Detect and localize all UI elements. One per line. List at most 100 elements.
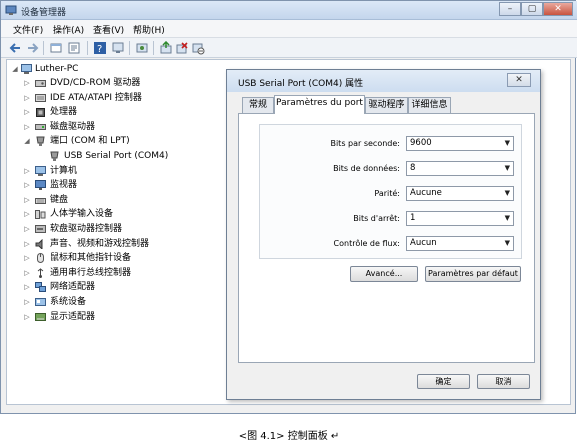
expand-arrow-icon[interactable]: ▷ <box>23 164 31 178</box>
advanced-button[interactable]: Avancé... <box>350 266 418 282</box>
expand-arrow-icon[interactable]: ▷ <box>23 251 31 265</box>
svg-text:?: ? <box>97 44 102 55</box>
expand-arrow-icon[interactable]: ▷ <box>23 280 31 294</box>
tree-item-label: 键盘 <box>50 194 69 205</box>
tab-general[interactable]: 常规 <box>242 97 274 113</box>
tab-driver[interactable]: 驱动程序 <box>365 97 408 113</box>
processor-icon <box>35 107 46 118</box>
properties-dialog: USB Serial Port (COM4) 属性 ✕ 常规 Paramètre… <box>226 69 541 400</box>
expand-arrow-icon[interactable]: ▷ <box>23 207 31 221</box>
ide-controller-icon <box>35 93 46 103</box>
computer-icon <box>21 64 32 74</box>
tree-item-label: 显示适配器 <box>50 311 96 322</box>
ok-button[interactable]: 确定 <box>417 374 470 389</box>
display-adapter-icon <box>35 312 46 322</box>
back-icon[interactable] <box>9 41 23 55</box>
tree-item-label: DVD/CD-ROM 驱动器 <box>50 78 141 88</box>
tree-item-label: 计算机 <box>50 165 78 176</box>
tab-details[interactable]: 详细信息 <box>408 97 451 113</box>
dropdown-arrow-icon: ▼ <box>504 214 510 222</box>
uninstall-icon[interactable] <box>175 41 189 55</box>
expand-arrow-icon[interactable]: ▷ <box>23 76 31 90</box>
menu-action[interactable]: 操作(A) <box>53 23 84 36</box>
expand-arrow-icon[interactable]: ▷ <box>23 310 31 324</box>
dropdown-arrow-icon: ▼ <box>504 164 510 172</box>
data-bits-select[interactable]: 8 ▼ <box>406 161 514 176</box>
hid-icon <box>35 209 46 220</box>
restore-defaults-button[interactable]: Paramètres par défaut <box>425 266 521 282</box>
usb-controller-icon <box>35 268 46 278</box>
system-device-icon <box>35 297 46 307</box>
tree-item-label: 端口 (COM 和 LPT) <box>50 136 130 147</box>
scan-icon[interactable] <box>135 41 149 55</box>
tree-item-label: 软盘驱动器控制器 <box>50 224 123 234</box>
help-icon[interactable]: ? <box>93 41 107 55</box>
title-bar[interactable]: 设备管理器 – ▢ ✕ <box>1 1 577 20</box>
port-settings-panel: Bits par seconde: 9600 ▼ Bits de données… <box>238 113 535 363</box>
toolbar: ? <box>1 38 577 58</box>
tree-item-label: 网络适配器 <box>50 282 96 293</box>
menu-view[interactable]: 查看(V) <box>93 23 124 36</box>
mouse-icon <box>35 253 46 264</box>
collapse-arrow-icon[interactable]: ◢ <box>23 134 31 148</box>
dropdown-arrow-icon: ▼ <box>504 139 510 147</box>
device-manager-icon <box>5 4 17 16</box>
data-bits-label: Bits de données: <box>333 164 400 173</box>
expand-arrow-icon[interactable]: ▷ <box>23 222 31 236</box>
cancel-button[interactable]: 取消 <box>477 374 530 389</box>
flow-control-select[interactable]: Aucun ▼ <box>406 236 514 251</box>
flow-control-label: Contrôle de flux: <box>333 239 400 248</box>
expand-arrow-icon[interactable]: ▷ <box>23 105 31 119</box>
dropdown-arrow-icon: ▼ <box>504 239 510 247</box>
parity-value: Aucune <box>410 188 442 198</box>
expand-arrow-icon[interactable]: ▷ <box>23 91 31 105</box>
parity-label: Parité: <box>374 189 400 198</box>
tree-item-label: 声音、视频和游戏控制器 <box>50 238 150 249</box>
sound-icon <box>35 238 46 250</box>
port-icon <box>35 136 46 147</box>
bits-per-second-label: Bits par seconde: <box>330 139 400 148</box>
device-icon[interactable] <box>111 41 125 55</box>
keyboard-icon <box>35 195 46 205</box>
window-title: 设备管理器 <box>21 8 67 18</box>
tree-item-label: 处理器 <box>50 107 78 118</box>
disk-drive-icon <box>35 122 46 132</box>
view-icon[interactable] <box>49 41 63 55</box>
expand-arrow-icon[interactable]: ▷ <box>23 193 31 207</box>
dropdown-arrow-icon: ▼ <box>504 189 510 197</box>
disable-icon[interactable] <box>191 41 205 55</box>
dialog-title-bar[interactable]: USB Serial Port (COM4) 属性 ✕ <box>227 70 540 92</box>
computer-icon <box>35 165 46 176</box>
network-adapter-icon <box>35 282 46 293</box>
tree-item-label: 磁盘驱动器 <box>50 121 96 132</box>
stop-bits-select[interactable]: 1 ▼ <box>406 211 514 226</box>
menu-help[interactable]: 帮助(H) <box>133 23 165 36</box>
tree-item-label: 鼠标和其他指针设备 <box>50 253 132 264</box>
stop-bits-value: 1 <box>410 213 416 223</box>
settings-group: Bits par seconde: 9600 ▼ Bits de données… <box>259 124 522 259</box>
flow-control-value: Aucun <box>410 238 437 248</box>
minimize-button[interactable]: – <box>499 2 521 16</box>
expand-arrow-icon[interactable]: ▷ <box>23 266 31 280</box>
properties-icon[interactable] <box>67 41 81 55</box>
collapse-arrow-icon[interactable]: ◢ <box>11 62 19 76</box>
parity-select[interactable]: Aucune ▼ <box>406 186 514 201</box>
bits-per-second-select[interactable]: 9600 ▼ <box>406 136 514 151</box>
data-bits-value: 8 <box>410 163 416 173</box>
tab-port-settings[interactable]: Paramètres du port <box>274 95 365 114</box>
dialog-close-button[interactable]: ✕ <box>507 73 531 87</box>
update-driver-icon[interactable] <box>159 40 173 55</box>
expand-arrow-icon[interactable]: ▷ <box>23 237 31 251</box>
expand-arrow-icon[interactable]: ▷ <box>23 295 31 309</box>
menu-file[interactable]: 文件(F) <box>13 23 43 36</box>
expand-arrow-icon[interactable]: ▷ <box>23 178 31 192</box>
forward-icon[interactable] <box>25 41 39 55</box>
figure-caption: <图 4.1> 控制面板 ↵ <box>238 431 340 442</box>
expand-arrow-icon[interactable]: ▷ <box>23 120 31 134</box>
maximize-button[interactable]: ▢ <box>521 2 543 16</box>
stop-bits-label: Bits d'arrêt: <box>353 214 400 223</box>
dialog-title: USB Serial Port (COM4) 属性 <box>238 79 364 89</box>
floppy-controller-icon <box>35 224 46 234</box>
tree-item-label: 系统设备 <box>50 297 87 307</box>
close-button[interactable]: ✕ <box>543 2 573 16</box>
